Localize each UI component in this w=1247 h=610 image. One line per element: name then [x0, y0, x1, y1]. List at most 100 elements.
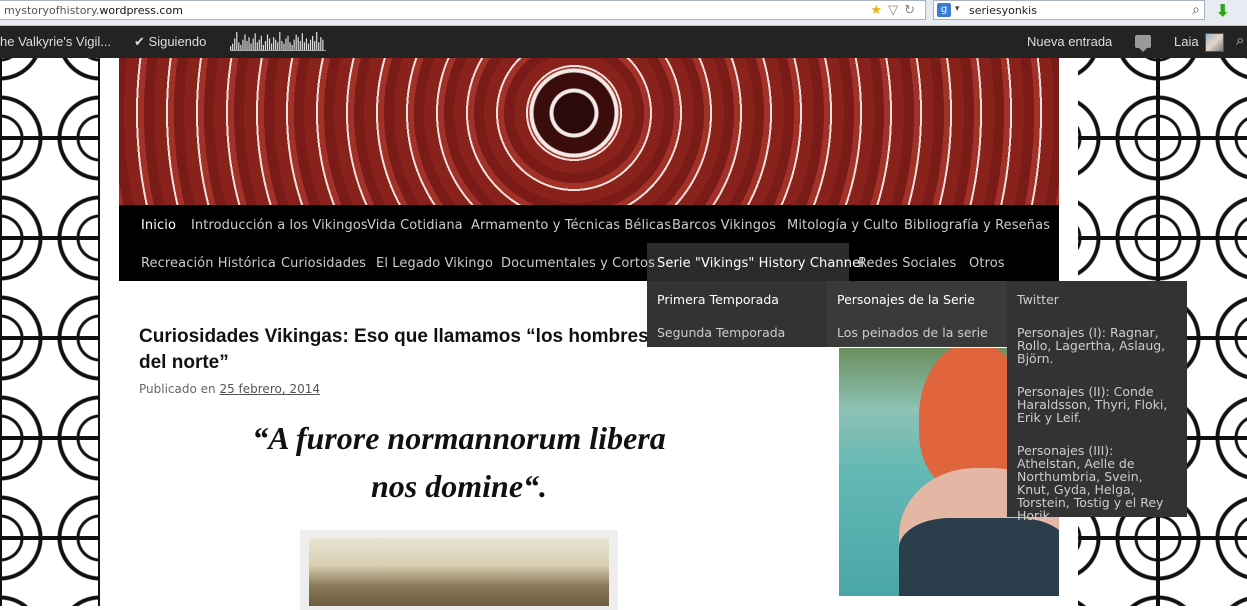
sparkline-bar [279, 32, 281, 50]
nav-item-serie-vikings[interactable]: Serie "Vikings" History Channel [657, 256, 864, 271]
new-post-button[interactable]: Nueva entrada [1027, 34, 1112, 49]
quote-line-2: nos domine“. [370, 468, 548, 504]
sparkline-bar [258, 39, 260, 50]
sparkline-bar [275, 39, 277, 50]
post-date-link[interactable]: 25 febrero, 2014 [219, 382, 320, 396]
submenu-level-1: Primera Temporada Segunda Temporada [647, 281, 829, 347]
nav-item-mitologia[interactable]: Mitología y Culto [787, 218, 898, 233]
sparkline-bar [266, 34, 269, 50]
sparkline-bar [307, 43, 310, 50]
submenu-item-personajes-2[interactable]: Personajes (II): Conde Haraldsson, Thyri… [1017, 385, 1177, 424]
sparkline-bar [248, 37, 250, 50]
sparkline-bar [299, 41, 301, 50]
sparkline-bar [250, 43, 252, 50]
sparkline-bar [283, 43, 285, 50]
search-bar[interactable]: g ▾ seriesyonkis ⌕ [933, 0, 1205, 20]
sidebar-image-shirt [899, 518, 1059, 596]
sparkline-bar [256, 42, 258, 50]
sparkline-bar [322, 39, 324, 50]
sparkline-bar [285, 38, 287, 50]
sparkline-bar [287, 35, 289, 50]
nav-item-vida-cotidiana[interactable]: Vida Cotidiana [367, 218, 463, 233]
sparkline-bar [242, 39, 244, 50]
following-label: Siguiendo [148, 34, 207, 49]
nav-item-barcos[interactable]: Barcos Vikingos [672, 218, 776, 233]
sparkline-bar [316, 32, 318, 50]
sparkline-baseline [230, 50, 326, 51]
nav-item-inicio[interactable]: Inicio [141, 218, 176, 233]
post-title[interactable]: Curiosidades Vikingas: Eso que llamamos … [139, 324, 659, 376]
submenu-item-peinados[interactable]: Los peinados de la serie [837, 326, 988, 339]
search-icon[interactable]: ⌕ [1192, 1, 1200, 18]
header-image[interactable] [119, 58, 1059, 205]
submenu-item-twitter[interactable]: Twitter [1017, 293, 1177, 306]
sparkline-bar [318, 42, 320, 50]
main-navigation: Inicio Introducción a los Vikingos Vida … [119, 205, 1059, 281]
star-icon[interactable]: ★ [870, 2, 888, 17]
address-url: mystoryofhistory.wordpress.com [4, 4, 183, 17]
sparkline-bar [309, 39, 312, 50]
admin-bar: he Valkyrie's Vigil... ✔ Siguiendo Nueva… [0, 26, 1247, 58]
nav-item-recreacion[interactable]: Recreación Histórica [141, 256, 276, 271]
reload-icon[interactable]: ↻ [904, 2, 921, 17]
sparkline-bar [303, 42, 305, 50]
address-bar[interactable]: mystoryofhistory.wordpress.com ★▽↻ [0, 0, 926, 20]
background-pattern-left [0, 58, 100, 606]
search-engine-icon[interactable]: g [937, 3, 951, 17]
submenu-item-personajes-1[interactable]: Personajes (I): Ragnar, Rollo, Lagertha,… [1017, 326, 1177, 365]
sparkline-bar [244, 34, 246, 50]
engine-dropdown-icon[interactable]: ▾ [955, 3, 960, 14]
sparkline-bar [230, 46, 232, 50]
nav-item-introduccion[interactable]: Introducción a los Vikingos [191, 218, 368, 233]
submenu-item-personajes[interactable]: Personajes de la Serie [837, 293, 975, 306]
nav-item-otros[interactable]: Otros [969, 256, 1005, 271]
sparkline-bar [301, 33, 303, 50]
sparkline-bar [264, 41, 267, 50]
post-quote: “A furore normannorum libera nos domine“… [159, 414, 759, 510]
meta-prefix: Publicado en [139, 382, 220, 396]
sparkline-bar [246, 41, 248, 50]
nav-item-legado[interactable]: El Legado Vikingo [376, 256, 493, 271]
sparkline-bar [271, 43, 273, 50]
sparkline-bar [320, 37, 322, 50]
site-container: Inicio Introducción a los Vikingos Vida … [119, 58, 1187, 610]
browser-toolbar: mystoryofhistory.wordpress.com ★▽↻ g ▾ s… [0, 0, 1247, 26]
nav-item-redes-sociales[interactable]: Redes Sociales [858, 256, 956, 271]
notifications-icon[interactable] [1135, 35, 1151, 52]
nav-item-armamento[interactable]: Armamento y Técnicas Bélicas [471, 218, 671, 233]
sparkline-bar [297, 37, 299, 50]
sparkline-bar [262, 44, 264, 50]
post-meta: Publicado en 25 febrero, 2014 [139, 382, 320, 396]
submenu-level-3: Twitter Personajes (I): Ragnar, Rollo, L… [1007, 281, 1187, 522]
sparkline-bar [289, 42, 291, 50]
dropmarker-icon[interactable]: ▽ [888, 2, 904, 17]
search-input[interactable]: seriesyonkis [969, 4, 1037, 17]
following-button[interactable]: ✔ Siguiendo [134, 34, 206, 50]
download-icon[interactable]: ⬇ [1216, 1, 1229, 21]
submenu-item-personajes-3[interactable]: Personajes (III): Athelstan, Aelle de No… [1017, 444, 1177, 522]
address-bar-icons: ★▽↻ [870, 2, 921, 18]
submenu-item-primera-temporada[interactable]: Primera Temporada [657, 293, 779, 306]
sparkline-bar [234, 38, 236, 50]
nav-item-bibliografia[interactable]: Bibliografía y Reseñas [904, 218, 1050, 233]
stats-sparkline[interactable] [230, 30, 326, 52]
sparkline-bar [232, 43, 234, 50]
avatar[interactable] [1205, 33, 1224, 52]
sparkline-bar [293, 39, 295, 50]
sparkline-bar [281, 41, 283, 50]
admin-site-name[interactable]: he Valkyrie's Vigil... [0, 34, 111, 49]
admin-search-icon[interactable]: ⌕ [1236, 32, 1244, 49]
sparkline-bar [252, 38, 254, 50]
sparkline-bar [295, 34, 297, 50]
sparkline-bar [238, 42, 240, 50]
post-image[interactable] [309, 538, 609, 606]
nav-item-curiosidades[interactable]: Curiosidades [281, 256, 366, 271]
sparkline-bar [291, 44, 293, 50]
nav-item-documentales[interactable]: Documentales y Cortos [501, 256, 655, 271]
user-name[interactable]: Laia [1174, 34, 1199, 49]
sparkline-bar [240, 44, 242, 50]
sparkline-bar [314, 41, 316, 50]
submenu-item-segunda-temporada[interactable]: Segunda Temporada [657, 326, 785, 339]
sparkline-bar [260, 35, 262, 50]
quote-line-1: “A furore normannorum libera [252, 420, 666, 456]
